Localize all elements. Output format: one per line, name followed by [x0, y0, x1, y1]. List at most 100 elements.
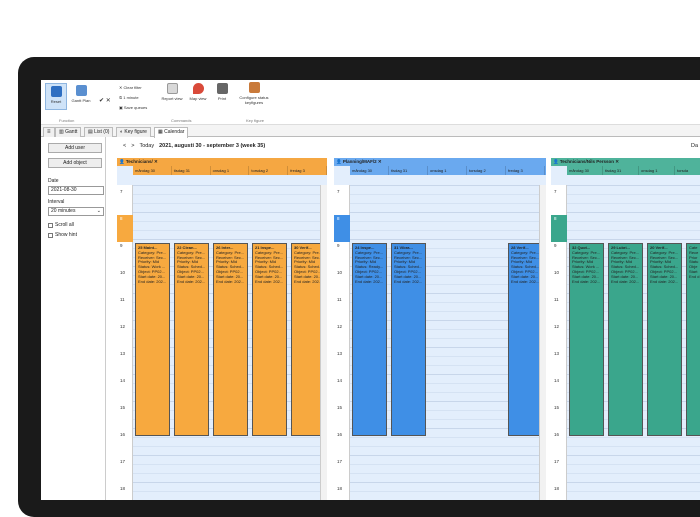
vertical-scrollbar[interactable]: [320, 185, 327, 500]
day-header-row: måndag 30 tisdag 31 onsdag 1 torsdag 2 freda…: [133, 166, 327, 175]
grid-line: [133, 203, 327, 204]
menu-icon[interactable]: ≡: [43, 127, 55, 137]
grid-line: [567, 230, 700, 231]
hour-label: 12: [337, 324, 343, 329]
grid-line: [567, 482, 700, 483]
day-header[interactable]: onsdag 1: [428, 166, 467, 175]
tab-key-figure[interactable]: ◐ Key figure: [116, 127, 151, 137]
day-header[interactable]: tisdag 31: [603, 166, 639, 175]
reset-icon: [50, 86, 62, 97]
time-grid[interactable]: 32 Quot... Category: Pre... Receiver: Sec.…: [567, 185, 700, 500]
time-grid[interactable]: 25 Maint... Category: Pre... Receiver: Sec…: [133, 185, 327, 500]
card-line: End date: 202...: [294, 278, 323, 284]
report-icon: [166, 83, 178, 94]
date-range: 2021, augusti 30 - september 3 (week 35): [159, 143, 266, 149]
date-label: Date: [48, 178, 59, 184]
gantt-icon: [75, 85, 87, 96]
work-order-card[interactable]: 26 Inter... Category: Pre... Receiver: Sec…: [213, 243, 248, 436]
day-header[interactable]: onsdag 1: [639, 166, 675, 175]
grid-line: [133, 446, 327, 447]
grid-line: [350, 203, 546, 204]
prev-button[interactable]: <: [123, 143, 126, 149]
grid-line: [567, 464, 700, 465]
work-order-card[interactable]: 25 Maint... Category: Pre... Receiver: Sec…: [135, 243, 170, 436]
resource-header: 👤 Technicians/Nils Persson ✕: [551, 158, 700, 166]
day-header[interactable]: fredag 3: [288, 166, 327, 175]
day-header[interactable]: fredag 3: [506, 166, 545, 175]
date-field[interactable]: 2021-08-30: [48, 186, 104, 195]
grid-line: [350, 482, 546, 483]
grid-line: [350, 473, 546, 474]
day-header[interactable]: måndag 30: [133, 166, 172, 175]
day-header[interactable]: torsda: [675, 166, 700, 175]
grid-line: [567, 455, 700, 456]
tab-list[interactable]: ▤ List (0): [84, 127, 114, 137]
show-hint-checkbox[interactable]: Show hint: [48, 232, 77, 238]
resource-column: 👤 Planning/MAF/2 ✕ måndag 30 tisdag 31 onsd…: [334, 158, 546, 500]
work-order-card[interactable]: 28 Verif... Category: Pre... Receiver: Sec…: [508, 243, 543, 436]
work-order-card[interactable]: 21 Inspe... Category: Pre... Receiver: Sec…: [252, 243, 287, 436]
work-order-card[interactable]: 31 Vibra... Category: Pre... Receiver: Sec…: [391, 243, 426, 436]
work-order-card[interactable]: 24 Inspe... Category: Pre... Receiver: Sec…: [352, 243, 387, 436]
grid-line: [133, 482, 327, 483]
configure-keyfigures-button[interactable]: Configure status keyfigures: [239, 82, 269, 105]
tab-calendar[interactable]: ▦ Calendar: [154, 127, 189, 138]
day-header[interactable]: torsdag 2: [249, 166, 289, 175]
one-minute-button[interactable]: ⏲ 1 minute: [119, 95, 139, 100]
save-queues-button[interactable]: ▣ Save queues: [119, 105, 147, 110]
map-view-button[interactable]: Map view: [187, 83, 209, 101]
grid-line: [133, 239, 327, 240]
grid-line: [350, 437, 546, 438]
hour-gutter: 7 8 9 10 11 12 13 14 15 16 17 18: [551, 185, 567, 500]
work-order-card[interactable]: 22 Clean... Category: Pre... Receiver: Sec…: [174, 243, 209, 436]
time-grid[interactable]: 24 Inspe... Category: Pre... Receiver: Sec…: [350, 185, 546, 500]
print-button[interactable]: Print: [213, 83, 231, 101]
next-button[interactable]: >: [131, 143, 134, 149]
grid-line: [350, 230, 546, 231]
grid-line: [133, 185, 327, 186]
card-line: End date: 202...: [572, 278, 601, 284]
day-header[interactable]: tisdag 31: [389, 166, 428, 175]
day-header[interactable]: onsdag 1: [211, 166, 250, 175]
nav-right-label: Da: [690, 143, 698, 149]
day-header[interactable]: tisdag 31: [172, 166, 211, 175]
work-order-card[interactable]: 32 Quot... Category: Pre... Receiver: Sec.…: [569, 243, 604, 436]
report-view-button[interactable]: Report view: [159, 83, 185, 101]
today-button[interactable]: Today: [139, 143, 154, 149]
add-user-button[interactable]: Add user: [48, 143, 102, 153]
hour-label: 8: [554, 216, 557, 221]
clear-filter-button[interactable]: ✕ Clear filter: [119, 85, 142, 90]
card-line: End date: 202...: [255, 278, 284, 284]
card-line: End date: 202...: [177, 278, 206, 284]
grid-line: [133, 473, 327, 474]
left-panel: Add user Add object Date 2021-08-30 Inte…: [41, 137, 106, 500]
day-header[interactable]: måndag 30: [350, 166, 389, 175]
grid-line: [133, 212, 327, 213]
grid-line: [133, 455, 327, 456]
hour-label: 18: [120, 486, 126, 491]
grid-line: [133, 437, 327, 438]
day-header[interactable]: måndag 30: [567, 166, 603, 175]
day-header[interactable]: torsdag 2: [467, 166, 506, 175]
reset-button[interactable]: Reset: [45, 83, 67, 110]
hour-label: 17: [120, 459, 126, 464]
gantt-plan-button[interactable]: Gantt Plan: [69, 85, 93, 103]
add-object-button[interactable]: Add object: [48, 158, 102, 168]
grid-line: [567, 491, 700, 492]
grid-line: [567, 473, 700, 474]
card-line: End date: 202...: [355, 278, 384, 284]
vertical-scrollbar[interactable]: [539, 185, 546, 500]
day-header-row: måndag 30 tisdag 31 onsdag 1 torsda: [567, 166, 700, 175]
check-icon[interactable]: ✔ ✕: [99, 97, 111, 104]
scroll-all-checkbox[interactable]: Scroll all: [48, 222, 74, 228]
interval-select[interactable]: 20 minutes ⌄: [48, 207, 104, 216]
work-order-card[interactable]: 29 Lubri... Category: Pre... Receiver: Sec…: [608, 243, 643, 436]
tab-gantt[interactable]: ▥ Gantt: [55, 127, 82, 137]
map-pin-icon: [192, 83, 204, 94]
grid-line: [350, 491, 546, 492]
resource-name: 👤 Planning/MAF/2 ✕: [336, 159, 382, 164]
work-order-card[interactable]: Cate Rece Prior Statu Obje Start End d: [686, 243, 700, 436]
hour-label: 12: [120, 324, 126, 329]
grid-line: [350, 446, 546, 447]
work-order-card[interactable]: 20 Verif... Category: Pre... Receiver: Sec…: [647, 243, 682, 436]
